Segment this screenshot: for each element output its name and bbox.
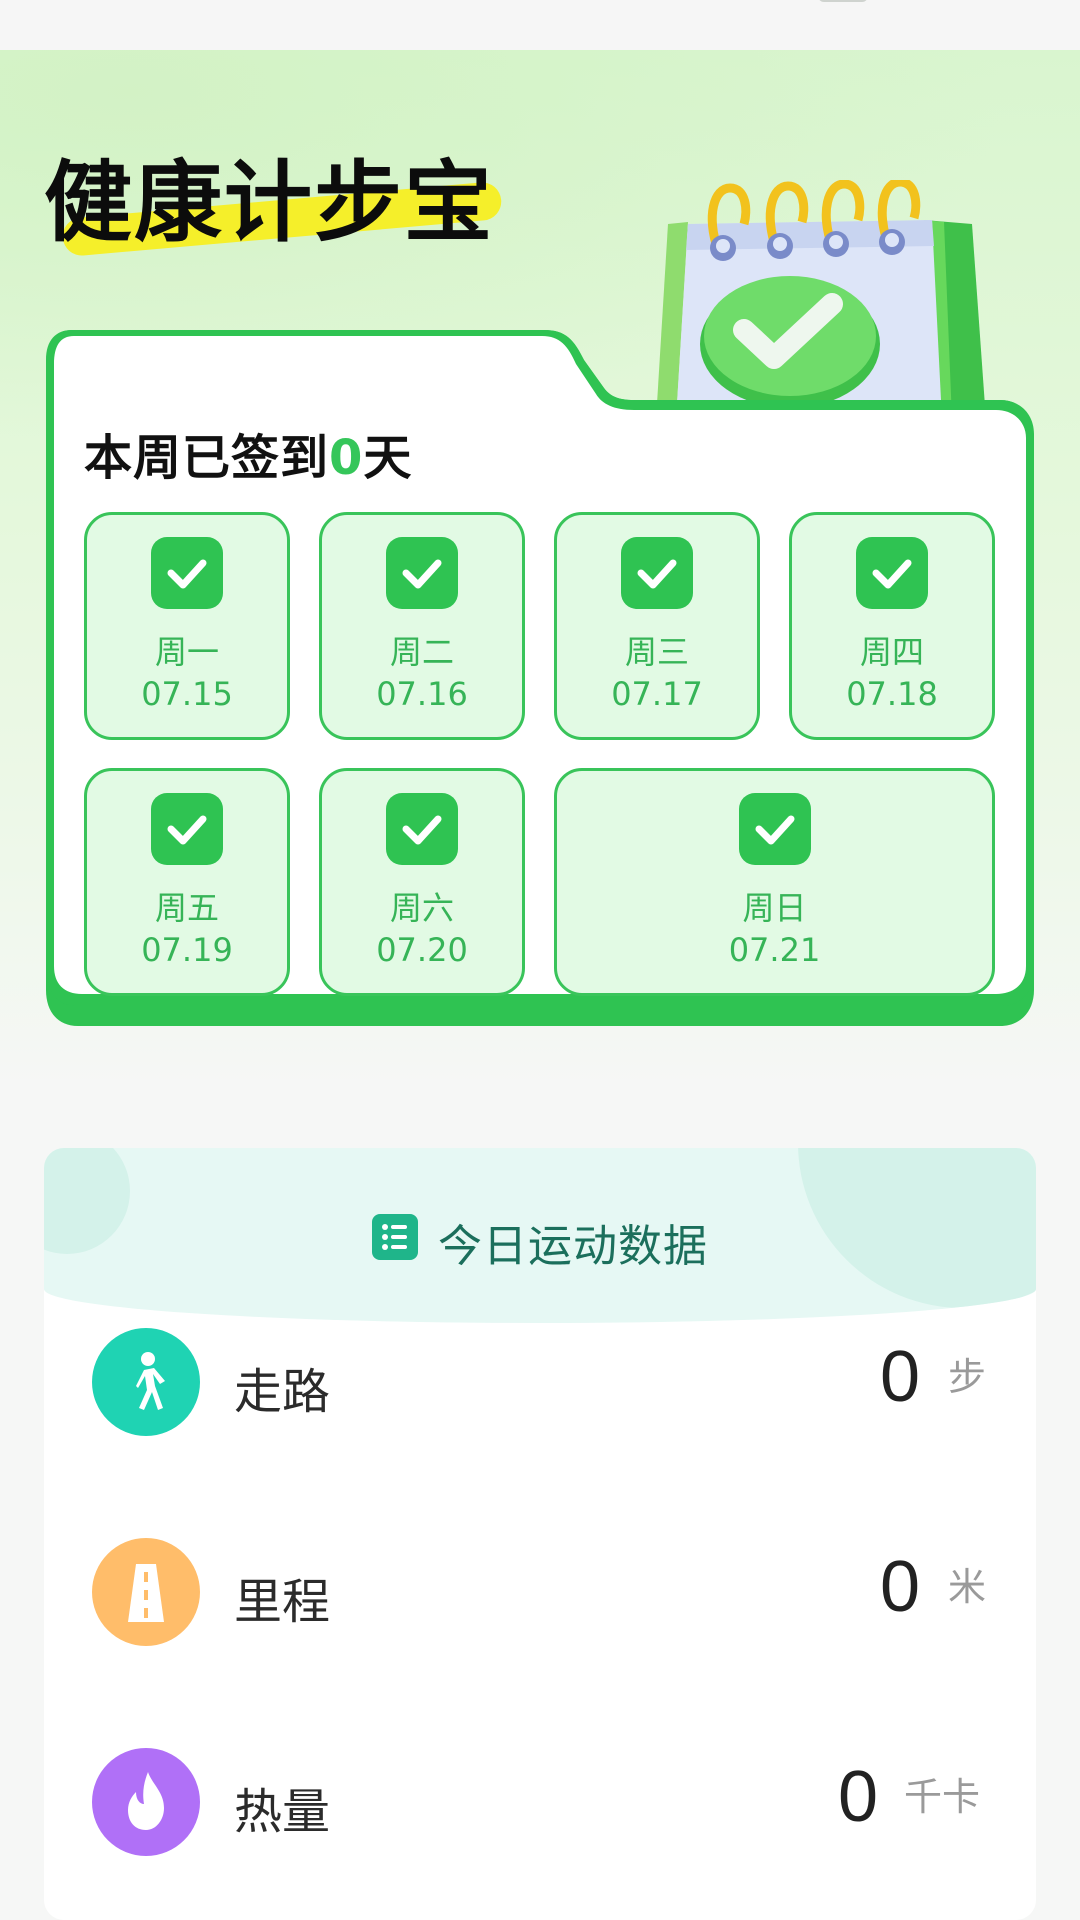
day-name: 周日 (742, 889, 807, 927)
day-name: 周三 (624, 633, 689, 671)
metric-label: 里程 (234, 1574, 331, 1630)
day-name: 周一 (154, 633, 219, 671)
metric-value: 0 (879, 1337, 920, 1417)
flame-icon (92, 1748, 200, 1856)
decor-bubble (798, 1148, 1036, 1308)
check-icon (621, 537, 693, 609)
day-date: 07.16 (376, 675, 468, 713)
metric-unit: 米 (948, 1565, 987, 1609)
decor-bubble (44, 1148, 130, 1254)
today-data-header: 今日运动数据 (44, 1148, 1036, 1323)
walk-icon (92, 1328, 200, 1436)
check-icon (856, 537, 928, 609)
metric-row-walk: 走路 0 步 (44, 1328, 1036, 1468)
check-icon (386, 793, 458, 865)
week-title-suffix: 天 (363, 430, 413, 486)
title-area: 健康计步宝 (44, 148, 503, 258)
today-data-title: 今日运动数据 (438, 1221, 708, 1272)
day-card-fri[interactable]: 周五 07.19 (84, 768, 290, 996)
day-name: 周二 (389, 633, 454, 671)
day-date: 07.19 (141, 931, 233, 969)
day-card-wed[interactable]: 周三 07.17 (554, 512, 760, 740)
road-icon (92, 1538, 200, 1646)
metric-row-distance: 里程 0 米 (44, 1538, 1036, 1678)
metric-label: 走路 (234, 1364, 331, 1420)
checkin-count: 0 (329, 430, 364, 486)
metric-value: 0 (879, 1547, 920, 1627)
check-icon (739, 793, 811, 865)
page: 健康计步宝 本周已签到0天 周一 07.15 周二 07.16 周三 07.17… (0, 0, 1080, 1920)
day-card-thu[interactable]: 周四 07.18 (789, 512, 995, 740)
day-date: 07.18 (846, 675, 938, 713)
metric-unit: 步 (948, 1355, 987, 1399)
week-checkin-title: 本周已签到0天 (84, 418, 412, 488)
app-title: 健康计步宝 (44, 151, 495, 254)
day-name: 周六 (389, 889, 454, 927)
day-card-sun[interactable]: 周日 07.21 (554, 768, 995, 996)
metric-value: 0 (837, 1757, 878, 1837)
day-date: 07.20 (376, 931, 468, 969)
metric-label: 热量 (234, 1784, 331, 1840)
day-card-mon[interactable]: 周一 07.15 (84, 512, 290, 740)
metric-row-calories: 热量 0 千卡 (44, 1748, 1036, 1888)
check-icon (151, 793, 223, 865)
metric-unit: 千卡 (904, 1775, 981, 1819)
day-date: 07.17 (611, 675, 703, 713)
status-bar (0, 0, 1080, 50)
day-card-tue[interactable]: 周二 07.16 (319, 512, 525, 740)
week-title-prefix: 本周已签到 (84, 430, 330, 486)
list-icon (372, 1214, 418, 1260)
today-data-card: 今日运动数据 走路 0 步 里程 0 米 热量 0 千卡 (44, 1148, 1036, 1920)
day-name: 周五 (154, 889, 219, 927)
day-name: 周四 (859, 633, 924, 671)
day-date: 07.15 (141, 675, 233, 713)
check-icon (386, 537, 458, 609)
check-icon (151, 537, 223, 609)
day-date: 07.21 (728, 931, 821, 969)
status-fragment (818, 0, 868, 2)
day-card-sat[interactable]: 周六 07.20 (319, 768, 525, 996)
checkin-card: 本周已签到0天 周一 07.15 周二 07.16 周三 07.17 周四 07… (44, 326, 1036, 1030)
